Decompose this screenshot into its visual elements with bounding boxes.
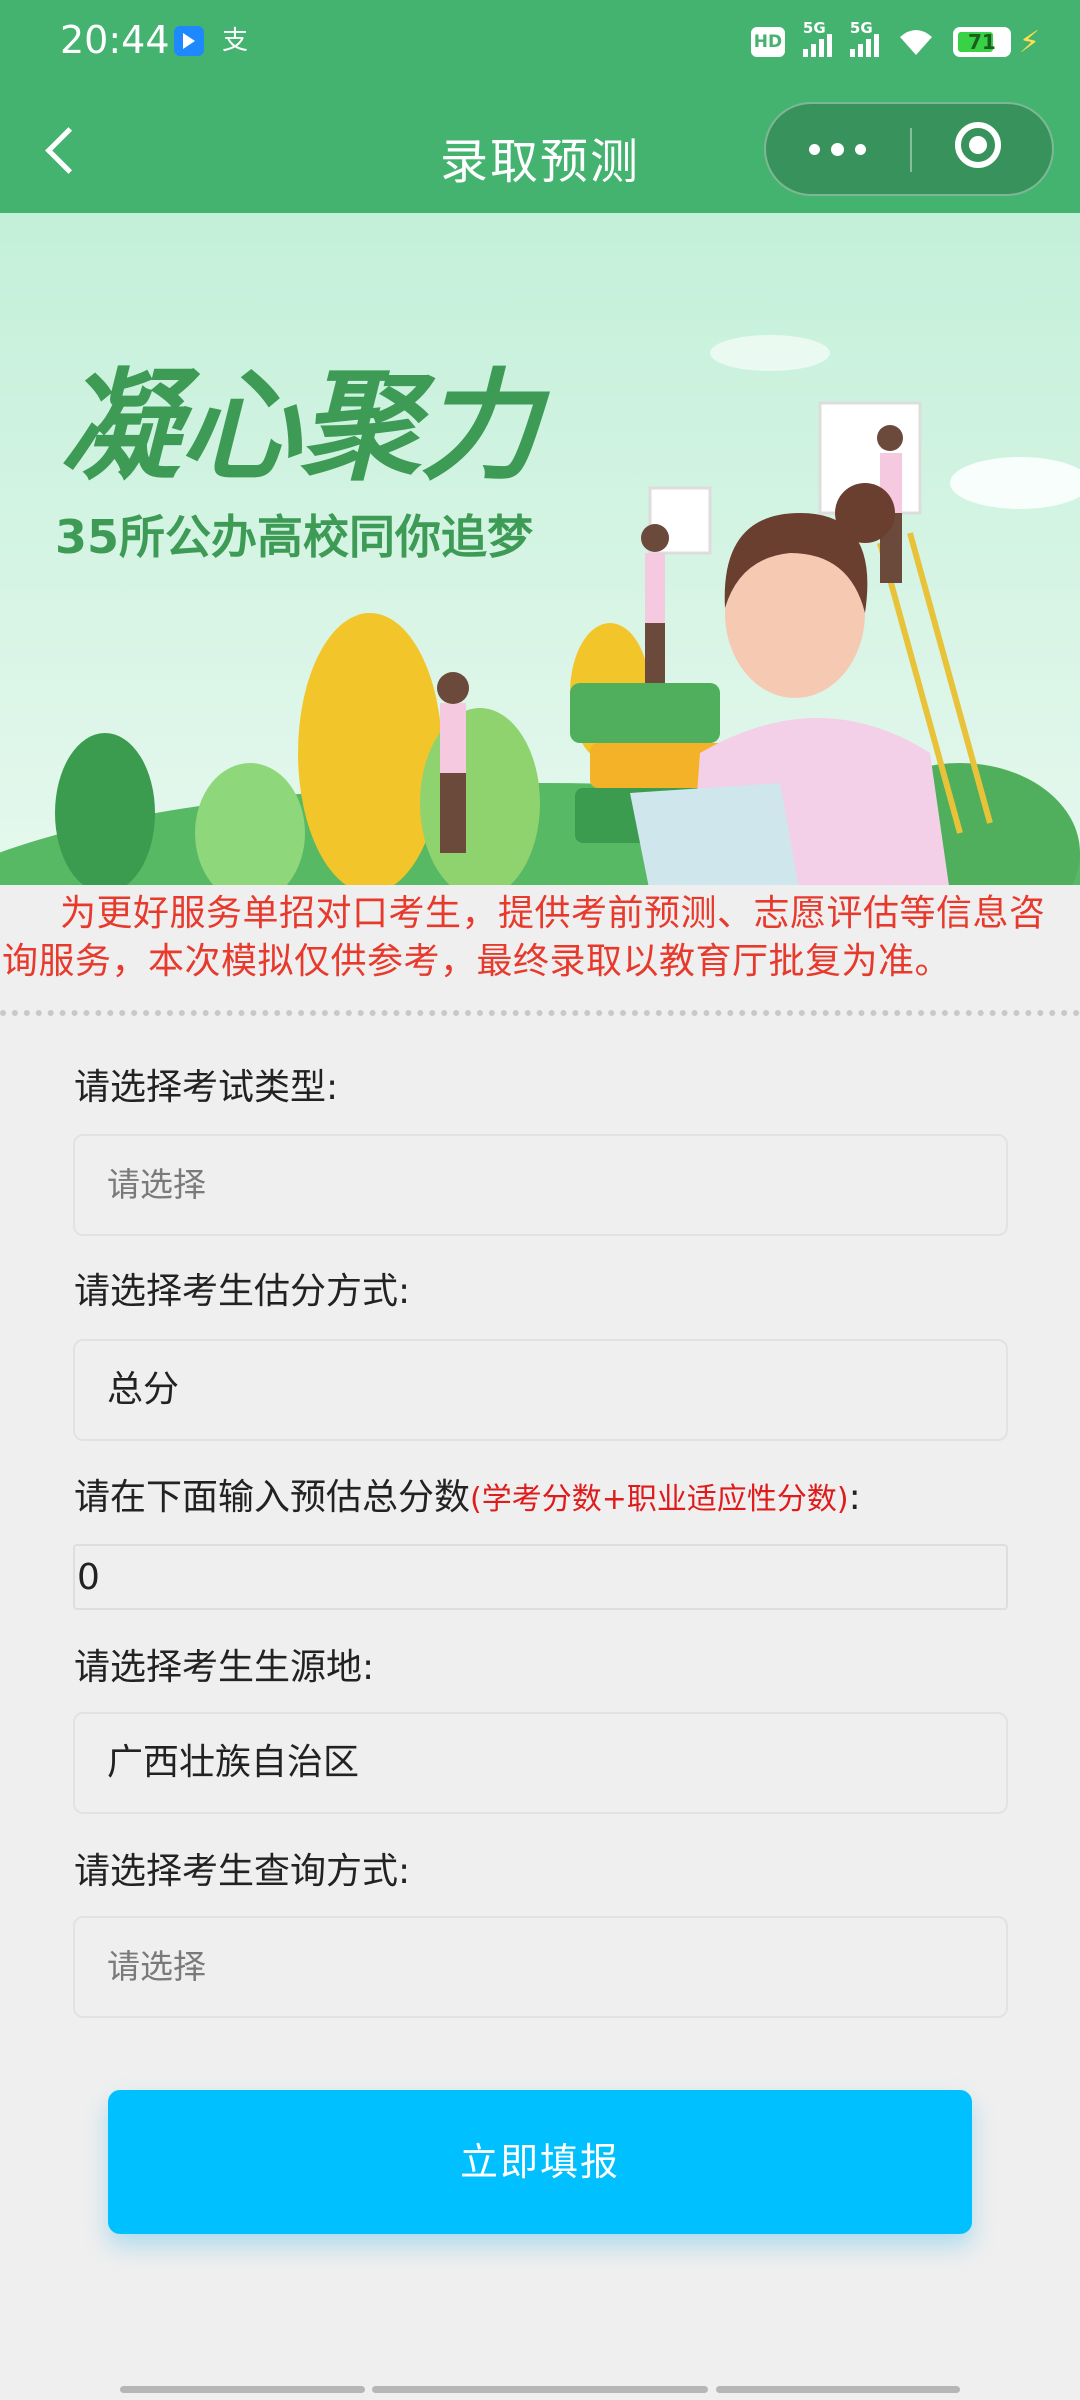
nav-gesture-bar	[120, 2386, 365, 2393]
nav-bar: 录取预测	[0, 84, 1080, 213]
score-method-label: 请选择考生估分方式:	[74, 1271, 411, 1312]
status-bar: 20:44 支 HD 5G 5G 71 ⚡	[0, 0, 1080, 84]
query-method-label: 请选择考生查询方式:	[74, 1851, 411, 1892]
score-input-colon: :	[848, 1477, 861, 1518]
query-method-select[interactable]: 请选择	[73, 1916, 1008, 2018]
score-input-label: 请在下面输入预估总分数(学考分数+职业适应性分数):	[74, 1468, 861, 1520]
notice-text: 为更好服务单招对口考生，提供考前预测、志愿评估等信息咨询服务，本次模拟仅供参考，…	[2, 893, 1046, 982]
charging-icon: ⚡	[1018, 24, 1040, 60]
dotted-divider	[0, 1010, 1080, 1016]
score-input-label-text: 请在下面输入预估总分数	[74, 1477, 471, 1518]
score-input[interactable]	[73, 1544, 1008, 1610]
close-target-icon[interactable]	[912, 104, 1054, 194]
nav-gesture-bar	[716, 2386, 960, 2393]
hd-voice-icon: HD	[750, 27, 785, 57]
score-method-select[interactable]: 总分	[73, 1339, 1008, 1441]
signal-5g-icon: 5G	[802, 19, 832, 57]
signal-5g-icon: 5G	[849, 19, 879, 57]
banner-subline: 35所公办高校同你追梦	[55, 510, 533, 564]
status-time: 20:44	[60, 18, 170, 62]
origin-select[interactable]: 广西壮族自治区	[73, 1712, 1008, 1814]
battery-icon: 71	[952, 27, 1011, 57]
banner-image: 凝心聚力 35所公办高校同你追梦	[0, 213, 1080, 885]
status-icons: HD 5G 5G 71 ⚡	[750, 19, 1040, 62]
mini-program-capsule	[764, 102, 1054, 196]
score-input-hint: (学考分数+职业适应性分数)	[470, 1482, 849, 1517]
exam-type-select[interactable]: 请选择	[73, 1134, 1008, 1236]
alipay-icon: 支	[221, 26, 248, 56]
origin-label: 请选择考生生源地:	[74, 1647, 375, 1688]
more-dots-icon[interactable]	[766, 104, 910, 194]
wifi-icon	[897, 27, 935, 57]
app-notification-icon	[174, 26, 204, 56]
banner-headline: 凝心聚力	[60, 358, 550, 497]
exam-type-label: 请选择考试类型:	[74, 1067, 339, 1108]
submit-button[interactable]: 立即填报	[108, 2090, 972, 2234]
nav-gesture-bar	[372, 2386, 708, 2393]
battery-level: 71	[968, 30, 996, 54]
